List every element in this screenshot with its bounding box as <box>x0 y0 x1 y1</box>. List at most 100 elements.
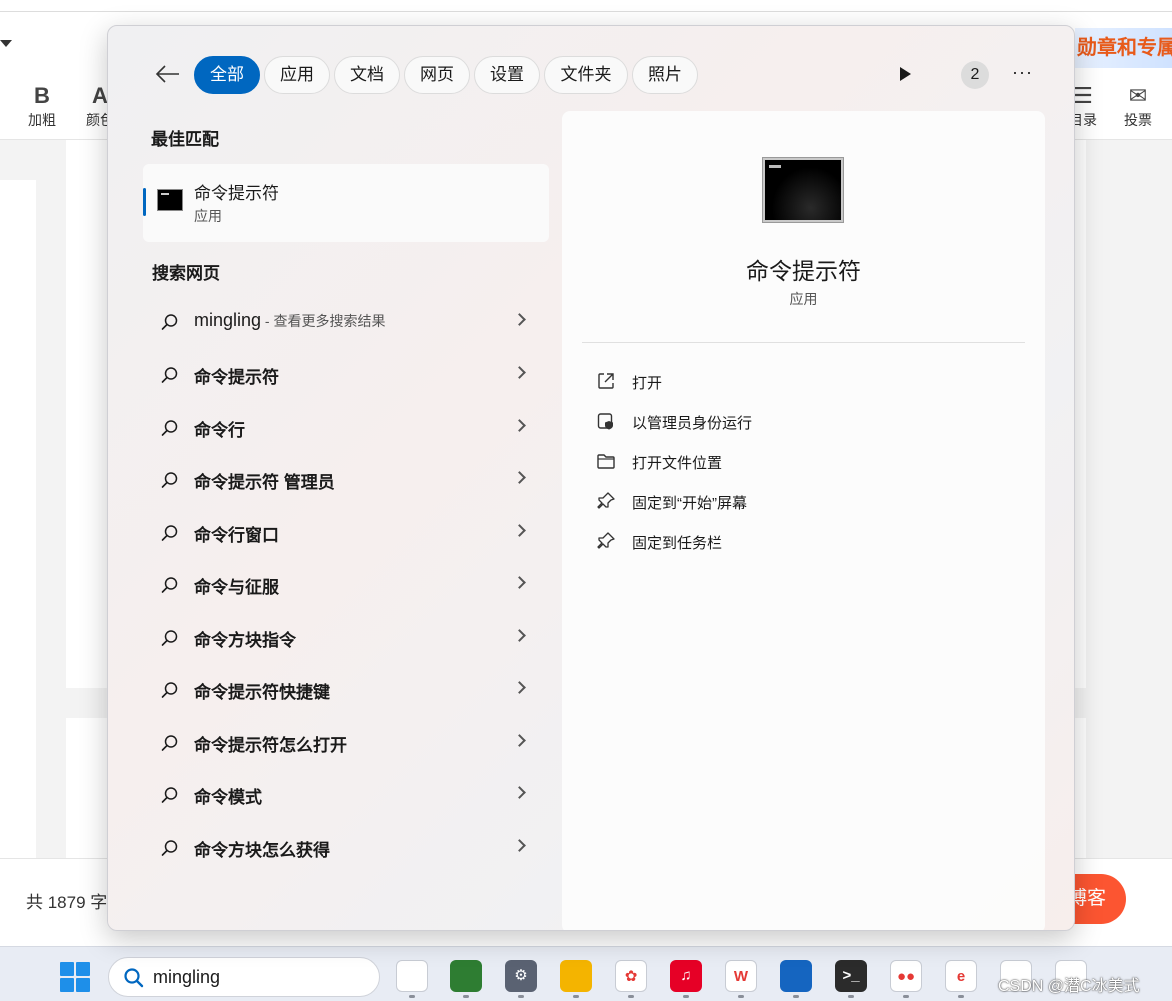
edge-ie-icon[interactable]: e <box>945 960 977 992</box>
action-open[interactable]: 打开 <box>596 366 1016 396</box>
file-icon[interactable] <box>396 960 428 992</box>
more-options-icon[interactable]: ··· <box>1012 62 1033 83</box>
web-suggestion-label: 命令提示符 管理员 <box>194 473 335 492</box>
action-run-as-admin[interactable]: 以管理员身份运行 <box>596 406 1016 436</box>
pin-icon <box>597 532 615 549</box>
running-indicator <box>958 995 964 998</box>
chevron-right-icon <box>513 313 526 326</box>
action-open-file-location[interactable]: 打开文件位置 <box>596 446 1016 476</box>
best-match-name: 命令提示符 <box>194 184 279 203</box>
windows-search-panel: 全部 应用 文档 网页 设置 文件夹 照片 2 ··· 最佳匹配 命令提示符 应… <box>107 25 1075 931</box>
bold-button[interactable]: B 加粗 <box>22 82 62 130</box>
action-pin-to-taskbar[interactable]: 固定到任务栏 <box>596 526 1016 556</box>
running-indicator <box>738 995 744 998</box>
running-indicator <box>628 995 634 998</box>
web-suggestion-item[interactable]: 命令模式 <box>143 771 549 817</box>
web-result-more[interactable]: mingling - 查看更多搜索结果 <box>143 298 549 344</box>
bold-label: 加粗 <box>28 112 56 128</box>
search-icon <box>161 577 178 593</box>
tab-photos[interactable]: 照片 <box>632 56 698 94</box>
action-pin-to-start[interactable]: 固定到“开始”屏幕 <box>596 486 1016 516</box>
folder-icon <box>597 454 615 469</box>
command-prompt-icon <box>763 158 843 222</box>
settings-gear-icon[interactable]: ⚙ <box>505 960 537 992</box>
editor-card-right-lower <box>1075 718 1086 858</box>
play-icon[interactable] <box>900 67 911 81</box>
search-icon <box>161 367 178 383</box>
web-suggestion-item[interactable]: 命令提示符怎么打开 <box>143 719 549 765</box>
web-suggestion-item[interactable]: 命令提示符快捷键 <box>143 666 549 712</box>
search-icon <box>161 734 178 751</box>
search-icon <box>161 682 178 698</box>
tab-documents[interactable]: 文档 <box>334 56 400 94</box>
bold-icon: B <box>34 83 50 108</box>
magnifier-globe-icon[interactable] <box>450 960 482 992</box>
photos-icon[interactable]: ✿ <box>615 960 647 992</box>
best-match-result[interactable]: 命令提示符 应用 <box>143 164 549 242</box>
detail-kind: 应用 <box>789 291 818 307</box>
running-indicator <box>903 995 909 998</box>
chevron-right-icon <box>513 471 526 484</box>
search-icon <box>161 787 178 803</box>
terminal-icon[interactable]: >_ <box>835 960 867 992</box>
web-suggestion-item[interactable]: 命令方块怎么获得 <box>143 824 549 870</box>
web-suggestion-label: 命令提示符怎么打开 <box>194 735 347 755</box>
browser-top-strip <box>0 0 1172 12</box>
file-explorer-icon[interactable] <box>560 960 592 992</box>
defender-shield-icon[interactable] <box>780 960 812 992</box>
chevron-right-icon <box>513 628 526 642</box>
csdn-watermark: CSDN @潜C冰美式 <box>998 978 1140 995</box>
divider <box>582 342 1025 343</box>
running-indicator <box>409 995 415 998</box>
back-arrow-icon[interactable] <box>154 64 182 84</box>
chevron-right-icon <box>513 366 526 379</box>
vote-button[interactable]: ✉ 投票 <box>1118 82 1158 130</box>
search-icon <box>161 472 178 488</box>
tab-folders[interactable]: 文件夹 <box>544 56 628 94</box>
taskbar-search-text[interactable]: mingling <box>153 967 220 988</box>
left-outline-panel <box>0 180 36 858</box>
chevron-right-icon <box>513 786 526 799</box>
open-external-icon <box>598 373 614 389</box>
vote-icon: ✉ <box>1128 83 1148 108</box>
search-icon <box>124 968 144 988</box>
editor-card-left-lower <box>66 718 107 858</box>
running-indicator <box>573 995 579 998</box>
running-indicator <box>793 995 799 998</box>
action-open-label: 打开 <box>632 375 663 392</box>
web-suggestion-label: 命令提示符快捷键 <box>194 683 330 702</box>
running-indicator <box>683 995 689 998</box>
tab-settings[interactable]: 设置 <box>474 56 540 94</box>
web-suggestion-item[interactable]: 命令行 <box>143 404 549 450</box>
web-suggestion-item[interactable]: 命令与征服 <box>143 561 549 607</box>
web-suggestion-label: 命令与征服 <box>194 578 279 597</box>
web-suggestion-label: 命令行 <box>194 420 245 440</box>
search-icon <box>161 419 178 436</box>
web-suggestion-label: 命令行窗口 <box>194 525 279 545</box>
web-suggestion-label: 命令模式 <box>194 788 262 807</box>
netease-music-icon[interactable]: ♫ <box>670 960 702 992</box>
search-icon <box>161 314 178 330</box>
web-suggestion-item[interactable]: 命令提示符 <box>143 351 549 397</box>
taskbar-search-box[interactable]: mingling <box>108 957 380 997</box>
running-indicator <box>518 995 524 998</box>
vote-label: 投票 <box>1124 112 1152 128</box>
web-suggestion-item[interactable]: 命令方块指令 <box>143 614 549 660</box>
search-icon <box>161 524 178 541</box>
rewards-badge[interactable]: 2 <box>961 61 989 89</box>
pin-icon <box>597 492 615 509</box>
tab-apps[interactable]: 应用 <box>264 56 330 94</box>
wps-icon[interactable]: W <box>725 960 757 992</box>
word-count: 共 1879 字 <box>26 893 108 912</box>
web-suggestion-item[interactable]: 命令提示符 管理员 <box>143 456 549 502</box>
web-suggestion-item[interactable]: 命令行窗口 <box>143 509 549 555</box>
web-search-heading: 搜索网页 <box>152 264 220 283</box>
tab-all[interactable]: 全部 <box>194 56 260 94</box>
caret-down-icon[interactable] <box>0 40 12 47</box>
wechat-icon[interactable]: ●● <box>890 960 922 992</box>
action-run-as-admin-label: 以管理员身份运行 <box>632 415 753 432</box>
command-prompt-icon <box>157 189 183 211</box>
promo-banner[interactable]: 勋章和专属 <box>1075 28 1172 68</box>
tab-web[interactable]: 网页 <box>404 56 470 94</box>
windows-start-icon[interactable] <box>60 962 90 992</box>
